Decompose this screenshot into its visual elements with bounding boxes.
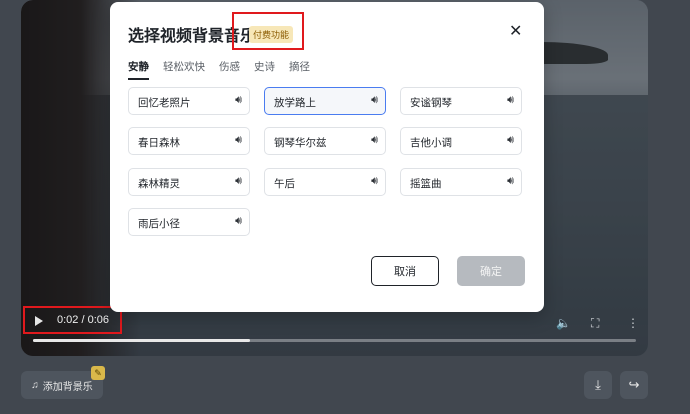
music-item-label: 森林精灵 [138, 178, 180, 190]
speaker-icon[interactable]: 🔊︎ [507, 94, 514, 107]
fullscreen-icon[interactable]: ⛶ [591, 316, 599, 331]
progress-fill [33, 339, 251, 342]
music-item-label: 安谧钢琴 [410, 97, 452, 109]
music-item-label: 回忆老照片 [138, 97, 191, 109]
tab-relaxed[interactable]: 轻松欢快 [163, 59, 205, 78]
music-item-label: 放学路上 [274, 97, 316, 109]
speaker-icon[interactable]: 🔊︎ [507, 134, 514, 147]
cancel-button[interactable]: 取消 [371, 256, 439, 286]
music-note-icon: ♫ [31, 379, 39, 391]
progress-bar[interactable] [33, 339, 636, 342]
speaker-icon[interactable]: 🔊︎ [371, 134, 378, 147]
music-item-label: 春日森林 [138, 137, 180, 149]
download-button[interactable]: ⤓ [584, 371, 612, 399]
add-music-label: 添加背景乐 [42, 381, 93, 393]
category-tabs: 安静 轻松欢快 伤感 史诗 摘径 [128, 59, 310, 80]
volume-icon[interactable]: 🔈 [556, 316, 571, 330]
speaker-icon[interactable]: 🔊︎ [371, 94, 378, 107]
tab-more[interactable]: 摘径 [289, 59, 310, 78]
confirm-button[interactable]: 确定 [457, 256, 525, 286]
speaker-icon[interactable]: 🔊︎ [235, 94, 242, 107]
music-item[interactable]: 春日森林 🔊︎ [128, 127, 250, 155]
music-item[interactable]: 午后 🔊︎ [264, 168, 386, 196]
tab-sad[interactable]: 伤感 [219, 59, 240, 78]
speaker-icon[interactable]: 🔊︎ [235, 175, 242, 188]
music-item[interactable]: 安谧钢琴 🔊︎ [400, 87, 522, 115]
magic-wand-icon: ✎ [91, 366, 105, 380]
music-item[interactable]: 摇篮曲 🔊︎ [400, 168, 522, 196]
music-item-label: 钢琴华尔兹 [274, 137, 327, 149]
music-item-label: 摇篮曲 [410, 178, 442, 190]
tab-epic[interactable]: 史诗 [254, 59, 275, 78]
music-item[interactable]: 钢琴华尔兹 🔊︎ [264, 127, 386, 155]
tab-quiet[interactable]: 安静 [128, 59, 149, 80]
music-item[interactable]: 森林精灵 🔊︎ [128, 168, 250, 196]
more-vertical-icon[interactable]: ⋮ [627, 316, 639, 330]
share-button[interactable]: ↪ [620, 371, 648, 399]
speaker-icon[interactable]: 🔊︎ [235, 215, 242, 228]
close-icon[interactable]: ✕ [509, 21, 522, 41]
speaker-icon[interactable]: 🔊︎ [371, 175, 378, 188]
annotation-highlight-time [23, 306, 122, 334]
music-item-label: 吉他小调 [410, 137, 452, 149]
music-item[interactable]: 回忆老照片 🔊︎ [128, 87, 250, 115]
download-icon: ⤓ [595, 377, 601, 392]
speaker-icon[interactable]: 🔊︎ [507, 175, 514, 188]
music-item[interactable]: 放学路上 🔊︎ [264, 87, 386, 115]
music-select-dialog: 选择视频背景音乐 付费功能 ✕ 安静 轻松欢快 伤感 史诗 摘径 回忆老照片 🔊… [110, 2, 544, 312]
share-icon: ↪ [628, 377, 640, 392]
music-item-label: 雨后小径 [138, 218, 180, 230]
music-item[interactable]: 吉他小调 🔊︎ [400, 127, 522, 155]
annotation-highlight-paid [232, 12, 304, 50]
speaker-icon[interactable]: 🔊︎ [235, 134, 242, 147]
music-item[interactable]: 雨后小径 🔊︎ [128, 208, 250, 236]
music-item-label: 午后 [274, 178, 295, 190]
